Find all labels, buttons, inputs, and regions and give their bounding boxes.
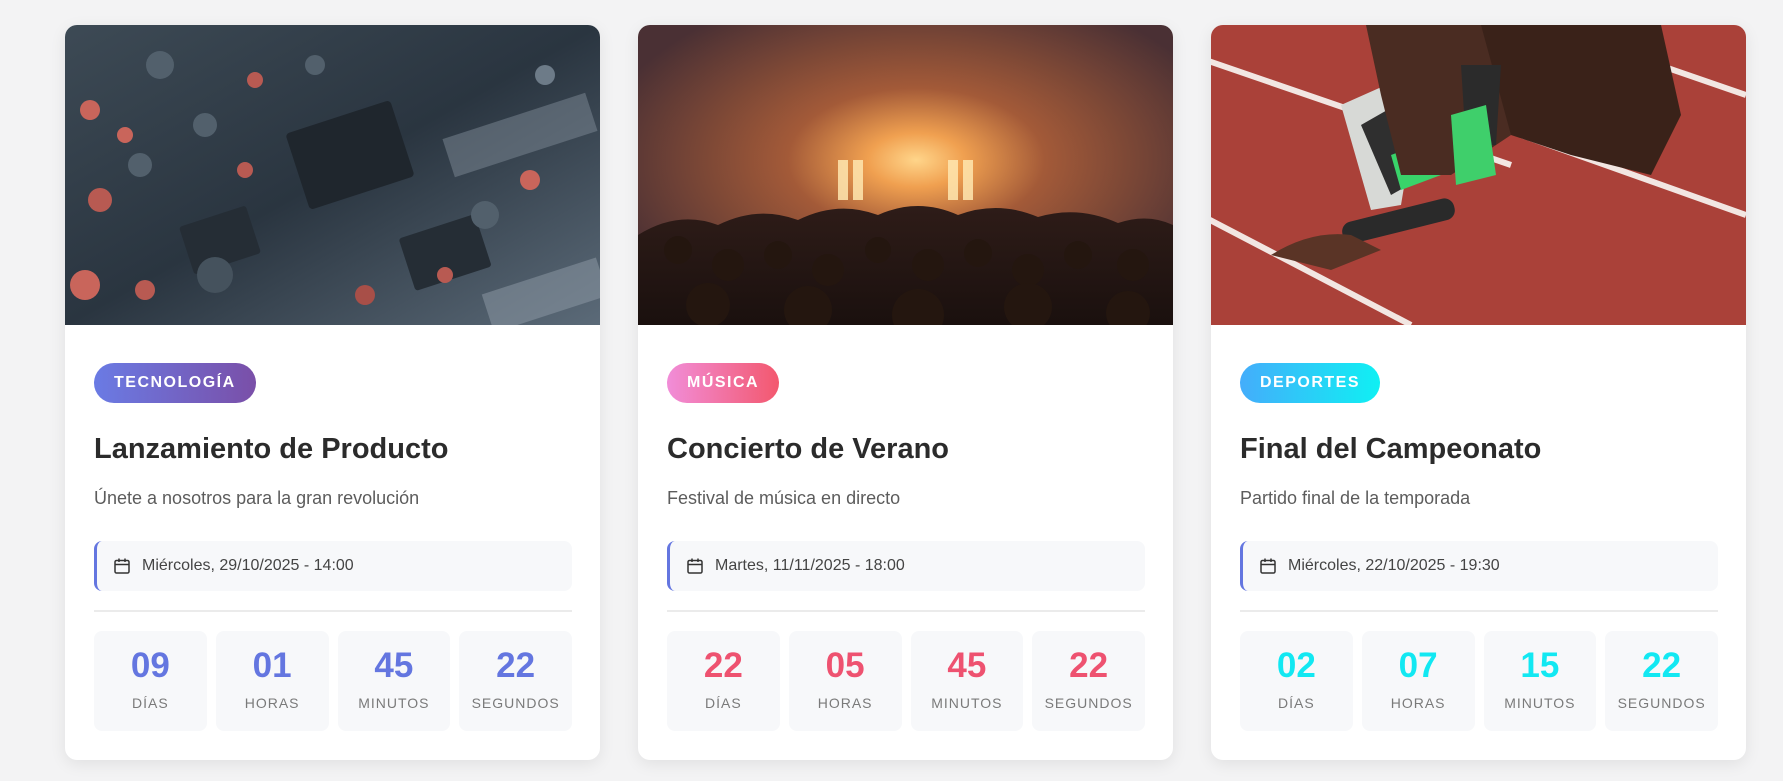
event-description: Festival de música en directo (667, 488, 901, 508)
countdown-minutes-label: Minutos (358, 695, 430, 711)
countdown-seconds-label: Segundos (1617, 695, 1706, 711)
countdown-days: 09 Días (94, 631, 207, 731)
countdown-seconds-value: 22 (496, 646, 536, 685)
event-card-sports[interactable]: Deportes Final del Campeonato Partido fi… (1211, 25, 1746, 760)
countdown-seconds: 22 Segundos (459, 631, 572, 731)
countdown-seconds: 22 Segundos (1032, 631, 1145, 731)
event-grid: Tecnología Lanzamiento de Producto Únete… (65, 25, 1746, 760)
divider (94, 610, 572, 612)
countdown-days-value: 09 (130, 646, 170, 685)
countdown-minutes-value: 45 (947, 646, 987, 685)
countdown-hours-label: Horas (817, 695, 873, 711)
countdown-hours-value: 01 (252, 646, 292, 685)
countdown-minutes-value: 45 (374, 646, 414, 685)
countdown-hours: 07 Horas (1361, 631, 1475, 731)
event-image-running-track (1211, 25, 1746, 325)
divider (667, 610, 1145, 612)
countdown-minutes: 45 Minutos (910, 631, 1024, 731)
countdown-hours: 01 Horas (215, 631, 329, 731)
countdown-minutes-label: Minutos (1504, 695, 1576, 711)
countdown-minutes: 45 Minutos (337, 631, 451, 731)
event-description: Únete a nosotros para la gran revolución (94, 488, 420, 508)
countdown-days-label: Días (1278, 695, 1315, 711)
category-badge: Tecnología (94, 363, 256, 403)
countdown-seconds: 22 Segundos (1605, 631, 1718, 731)
countdown-minutes-value: 15 (1520, 646, 1560, 685)
countdown-days-value: 02 (1276, 646, 1316, 685)
event-date-text: Miércoles, 22/10/2025 - 19:30 (1288, 557, 1500, 574)
countdown-minutes: 15 Minutos (1483, 631, 1597, 731)
countdown-days: 22 Días (667, 631, 780, 731)
countdown-hours-label: Horas (1390, 695, 1446, 711)
countdown-days: 02 Días (1240, 631, 1353, 731)
countdown-hours: 05 Horas (788, 631, 902, 731)
calendar-icon (114, 558, 130, 574)
countdown-timer: 02 Días 07 Horas 15 Minutos 22 Segundos (1240, 631, 1718, 731)
countdown-days-value: 22 (703, 646, 743, 685)
countdown-timer: 22 Días 05 Horas 45 Minutos 22 Segundos (667, 631, 1145, 731)
countdown-minutes-label: Minutos (931, 695, 1003, 711)
event-title: Lanzamiento de Producto (94, 433, 449, 465)
countdown-hours-value: 05 (825, 646, 865, 685)
event-date: Martes, 11/11/2025 - 18:00 (667, 541, 1145, 591)
event-card-technology[interactable]: Tecnología Lanzamiento de Producto Únete… (65, 25, 600, 760)
calendar-icon (1260, 558, 1276, 574)
event-description: Partido final de la temporada (1240, 488, 1471, 508)
countdown-seconds-value: 22 (1642, 646, 1682, 685)
event-title: Final del Campeonato (1240, 433, 1542, 465)
countdown-hours-value: 07 (1398, 646, 1438, 685)
event-date-text: Miércoles, 29/10/2025 - 14:00 (142, 557, 354, 574)
event-card-music[interactable]: Música Concierto de Verano Festival de m… (638, 25, 1173, 760)
countdown-days-label: Días (132, 695, 169, 711)
calendar-icon (687, 558, 703, 574)
event-date-text: Martes, 11/11/2025 - 18:00 (715, 557, 905, 574)
event-date: Miércoles, 22/10/2025 - 19:30 (1240, 541, 1718, 591)
countdown-timer: 09 Días 01 Horas 45 Minutos 22 Segundos (94, 631, 572, 731)
countdown-seconds-label: Segundos (471, 695, 560, 711)
divider (1240, 610, 1718, 612)
category-badge: Deportes (1240, 363, 1381, 403)
countdown-seconds-value: 22 (1069, 646, 1109, 685)
countdown-hours-label: Horas (244, 695, 300, 711)
event-title: Concierto de Verano (667, 433, 950, 465)
countdown-seconds-label: Segundos (1044, 695, 1133, 711)
event-image-circuit-board (65, 25, 600, 325)
event-date: Miércoles, 29/10/2025 - 14:00 (94, 541, 572, 591)
event-image-concert (638, 25, 1173, 325)
countdown-days-label: Días (705, 695, 742, 711)
category-badge: Música (667, 363, 780, 403)
